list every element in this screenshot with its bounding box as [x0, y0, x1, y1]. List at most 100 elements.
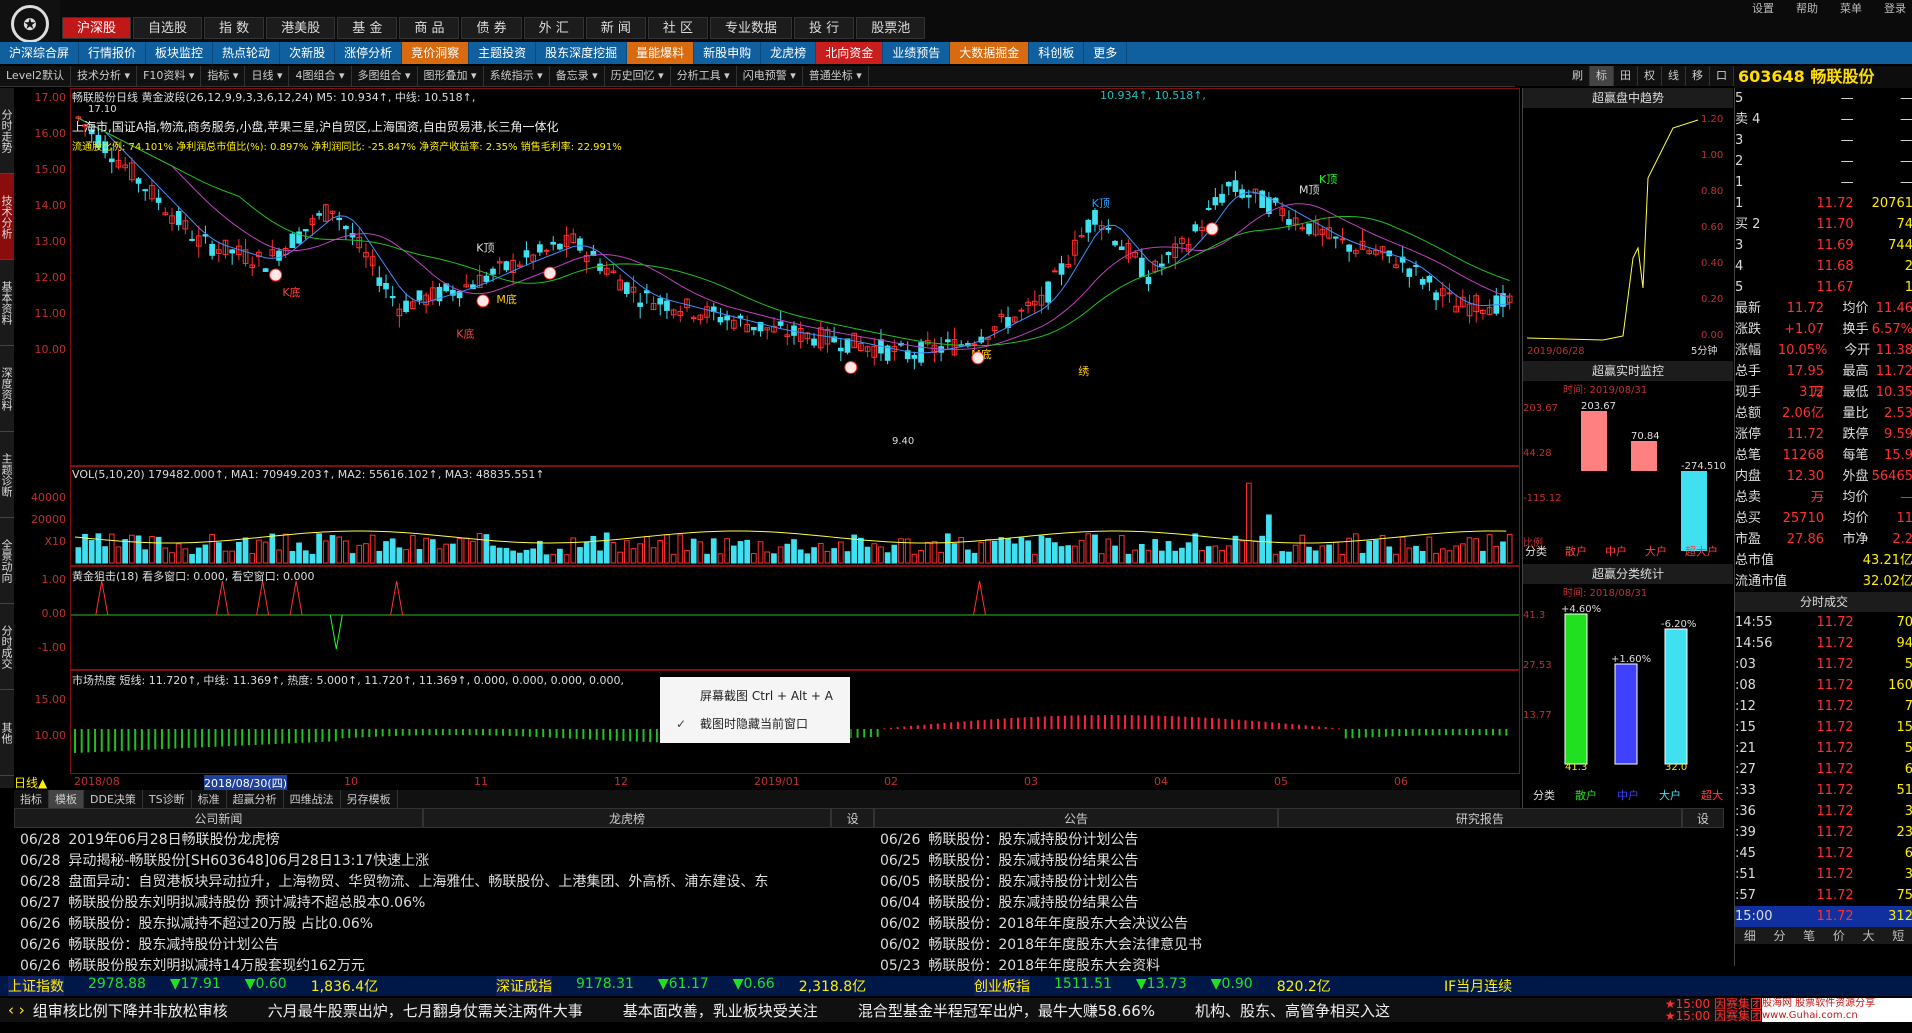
news-item-left-6[interactable]: 06/26 畅联股份股东刘明拟减持14万股套现约162万元	[20, 956, 868, 977]
stat-row-8[interactable]: 内盘 12.30万 外盘 56465	[1735, 466, 1912, 505]
side-tab-1[interactable]: 技术分析	[0, 174, 14, 260]
stat-row-4[interactable]: 现手 312 最低 10.35	[1735, 382, 1912, 403]
nav-item-7[interactable]: 外 汇	[523, 17, 584, 39]
stat-row-7[interactable]: 总笔 11268 每笔 15.9	[1735, 445, 1912, 466]
ask-row-4[interactable]: 1 — —	[1735, 172, 1912, 193]
tick-row-1[interactable]: 14:56 11.72 94	[1735, 633, 1912, 654]
toolbar-item-4[interactable]: 日线 ▾	[245, 66, 290, 86]
stat-row-1[interactable]: 涨跌 +1.07 换手 6.57%	[1735, 319, 1912, 340]
news-item-right-0[interactable]: 06/26 畅联股份：股东减持股份计划公告	[880, 830, 1718, 851]
quote-tab-0[interactable]: 细	[1735, 927, 1765, 944]
toolbar-right-item-2[interactable]: 田	[1614, 66, 1638, 86]
news-item-right-5[interactable]: 06/02 畅联股份：2018年年度股东大会法律意见书	[880, 935, 1718, 956]
indicator-tab-3[interactable]: TS诊断	[143, 790, 192, 810]
period-label[interactable]: 日线▲	[14, 774, 47, 791]
subnav-item-7[interactable]: 主题投资	[469, 42, 537, 64]
nav-item-1[interactable]: 自选股	[133, 17, 203, 39]
toolbar-right-item-3[interactable]: 权	[1638, 66, 1662, 86]
subnav-item-0[interactable]: 沪深综合屏	[0, 42, 80, 64]
news-tab-left-1[interactable]: 龙虎榜	[422, 808, 832, 828]
nav-item-0[interactable]: 沪深股	[62, 17, 132, 39]
ticker-news-1[interactable]: 六月最牛股票出炉，七月翻身仗需关注两件大事	[268, 1000, 583, 1021]
tick-row-10[interactable]: :39 11.72 23	[1735, 822, 1912, 843]
menu-item-screenshot[interactable]: 屏幕截图 Ctrl + Alt + A	[660, 682, 850, 710]
toolbar-item-5[interactable]: 4图组合 ▾	[289, 66, 352, 86]
tick-row-14[interactable]: 15:00 11.72 312	[1735, 906, 1912, 927]
subnav-item-1[interactable]: 行情报价	[79, 42, 147, 64]
news-tab-left-2[interactable]: 设	[831, 808, 875, 828]
tick-row-9[interactable]: :36 11.72 3	[1735, 801, 1912, 822]
ticker-news-2[interactable]: 基本面改善，乳业板块受关注	[623, 1000, 818, 1021]
toolbar-right-item-5[interactable]: 移	[1686, 66, 1710, 86]
news-item-left-4[interactable]: 06/26 畅联股份：股东拟减持不超过20万股 占比0.06%	[20, 914, 868, 935]
news-item-right-4[interactable]: 06/02 畅联股份：2018年年度股东大会决议公告	[880, 914, 1718, 935]
menu-item-hide-window[interactable]: ✓ 截图时隐藏当前窗口	[660, 710, 850, 738]
indicator-tab-2[interactable]: DDE决策	[84, 790, 143, 810]
tick-row-7[interactable]: :27 11.72 6	[1735, 759, 1912, 780]
side-tab-0[interactable]: 分时走势	[0, 88, 14, 174]
mktcap-row-1[interactable]: 流通市值 32.02亿	[1735, 571, 1912, 592]
toolbar-right-item-0[interactable]: 刷	[1566, 66, 1590, 86]
tick-row-4[interactable]: :12 11.72 7	[1735, 696, 1912, 717]
nav-item-10[interactable]: 专业数据	[710, 17, 793, 39]
tick-row-6[interactable]: :21 11.72 5	[1735, 738, 1912, 759]
subnav-item-12[interactable]: 北向资金	[816, 42, 884, 64]
toolbar-item-6[interactable]: 多图组合 ▾	[352, 66, 418, 86]
side-tab-3[interactable]: 深度资料	[0, 346, 14, 432]
quote-tab-5[interactable]: 短	[1883, 927, 1912, 944]
nav-item-9[interactable]: 社 区	[647, 17, 709, 39]
side-tab-6[interactable]: 分时成交	[0, 604, 14, 690]
stat-row-10[interactable]: 总买 25710 均价 11	[1735, 508, 1912, 529]
nav-item-2[interactable]: 指 数	[204, 17, 265, 39]
toolbar-right-item-1[interactable]: 标	[1590, 66, 1614, 86]
subnav-item-8[interactable]: 股东深度挖掘	[536, 42, 628, 64]
news-item-right-2[interactable]: 06/05 畅联股份：股东减持股份计划公告	[880, 872, 1718, 893]
news-tab-left-0[interactable]: 公司新闻	[14, 808, 423, 828]
subnav-item-15[interactable]: 科创板	[1029, 42, 1085, 64]
tick-row-2[interactable]: :03 11.72 5	[1735, 654, 1912, 675]
toolbar-item-3[interactable]: 指标 ▾	[201, 66, 246, 86]
news-tab-right-2[interactable]: 设	[1681, 808, 1724, 828]
toolbar-right-item-6[interactable]: 口	[1710, 66, 1734, 86]
subnav-item-9[interactable]: 量能爆料	[627, 42, 695, 64]
news-item-left-3[interactable]: 06/27 畅联股份股东刘明拟减持股份 预计减持不超总股本0.06%	[20, 893, 868, 914]
news-item-left-0[interactable]: 06/28 2019年06月28日畅联股份龙虎榜	[20, 830, 868, 851]
bid-row-2[interactable]: 3 11.69 744	[1735, 235, 1912, 256]
news-tab-right-0[interactable]: 公告	[874, 808, 1278, 828]
toolbar-item-12[interactable]: 闪电预警 ▾	[737, 66, 803, 86]
news-item-left-1[interactable]: 06/28 异动揭秘-畅联股份[SH603648]06月28日13:17快速上涨	[20, 851, 868, 872]
window-control-2[interactable]: 菜单	[1840, 0, 1862, 16]
subnav-item-3[interactable]: 热点轮动	[213, 42, 281, 64]
toolbar-item-1[interactable]: 技术分析 ▾	[71, 66, 138, 86]
bid-row-3[interactable]: 4 11.68 2	[1735, 256, 1912, 277]
index-ticker-2[interactable]: 创业板指 1511.51 ▼13.73 ▼0.90 820.2亿	[966, 976, 1444, 996]
nav-item-3[interactable]: 港美股	[266, 17, 336, 39]
stat-row-0[interactable]: 最新 11.72 均价 11.46	[1735, 298, 1912, 319]
stat-row-5[interactable]: 总额 2.06亿 量比 2.53	[1735, 403, 1912, 424]
window-control-1[interactable]: 帮助	[1796, 0, 1818, 16]
nav-item-5[interactable]: 商 品	[399, 17, 460, 39]
window-control-3[interactable]: 登录	[1884, 0, 1906, 16]
ask-row-0[interactable]: 5 — —	[1735, 88, 1912, 109]
bid-row-1[interactable]: 买 2 11.70 74	[1735, 214, 1912, 235]
ask-row-1[interactable]: 卖 4 — —	[1735, 109, 1912, 130]
nav-item-6[interactable]: 债 券	[461, 17, 522, 39]
subnav-item-14[interactable]: 大数据掘金	[950, 42, 1030, 64]
ticker-news-0[interactable]: 组审核比例下降并非放松审核	[33, 1000, 228, 1021]
ask-row-3[interactable]: 2 — —	[1735, 151, 1912, 172]
subnav-item-16[interactable]: 更多	[1084, 42, 1128, 64]
subnav-item-5[interactable]: 涨停分析	[335, 42, 403, 64]
index-ticker-last[interactable]: IF当月连续	[1444, 976, 1512, 996]
side-tab-4[interactable]: 主题诊断	[0, 432, 14, 518]
toolbar-right-item-4[interactable]: 线	[1662, 66, 1686, 86]
tick-row-11[interactable]: :45 11.72 6	[1735, 843, 1912, 864]
stat-row-3[interactable]: 总手 17.95万 最高 11.72	[1735, 361, 1912, 400]
indicator-tab-4[interactable]: 标准	[192, 790, 227, 810]
quote-tab-3[interactable]: 价	[1824, 927, 1854, 944]
volume-chart[interactable]	[70, 466, 1520, 566]
tick-row-0[interactable]: 14:55 11.72 70	[1735, 612, 1912, 633]
toolbar-item-7[interactable]: 图形叠加 ▾	[418, 66, 484, 86]
side-tab-5[interactable]: 全景动向	[0, 518, 14, 604]
nav-item-4[interactable]: 基 金	[337, 17, 398, 39]
quote-tab-4[interactable]: 大	[1854, 927, 1884, 944]
